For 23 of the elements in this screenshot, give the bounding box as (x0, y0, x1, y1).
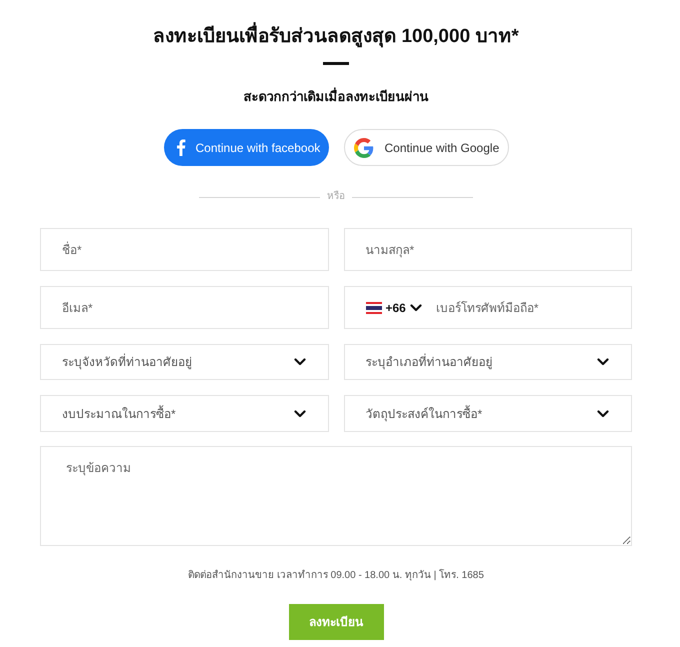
chevron-down-icon (294, 358, 306, 366)
message-field[interactable]: ระบุข้อความ (40, 446, 632, 546)
input-field[interactable]: นามสกุล* (344, 228, 632, 271)
dropdown[interactable]: ระบุจังหวัดที่ท่านอาศัยอยู่ (40, 344, 328, 380)
dropdown[interactable]: วัตถุประสงค์ในการซื้อ* (344, 395, 632, 432)
contact-note: ติดต่อสำนักงานขาย เวลาทำการ 09.00 - 18.00 น. ทุกวัน | โทร. 1685 (188, 569, 484, 583)
email-field[interactable]: อีเมล* (40, 286, 328, 329)
facebook-icon (176, 139, 186, 156)
flag-icon (366, 302, 382, 314)
chevron-down-icon (410, 304, 422, 312)
google-g-icon (354, 138, 374, 158)
divider-label: หรือ (326, 190, 346, 204)
country-code-selector[interactable]: +66 (366, 298, 422, 318)
chevron-down-icon (597, 358, 609, 366)
dropdown[interactable]: ระบุอำเภอที่ท่านอาศัยอยู่ (344, 344, 632, 380)
chevron-down-icon (597, 410, 609, 418)
subtitle: สะดวกกว่าเดิมเมื่อลงทะเบียนผ่าน (244, 88, 428, 106)
google-login-button[interactable]: Continue with Google (344, 129, 508, 166)
chevron-down-icon (294, 410, 306, 418)
facebook-login-button[interactable]: Continue with facebook (164, 129, 328, 166)
input-field[interactable]: ชื่อ* (40, 228, 328, 271)
dropdown[interactable]: งบประมาณในการซื้อ* (40, 395, 328, 432)
phone-field[interactable]: +66 เบอร์โทรศัพท์มือถือ* (344, 286, 632, 329)
